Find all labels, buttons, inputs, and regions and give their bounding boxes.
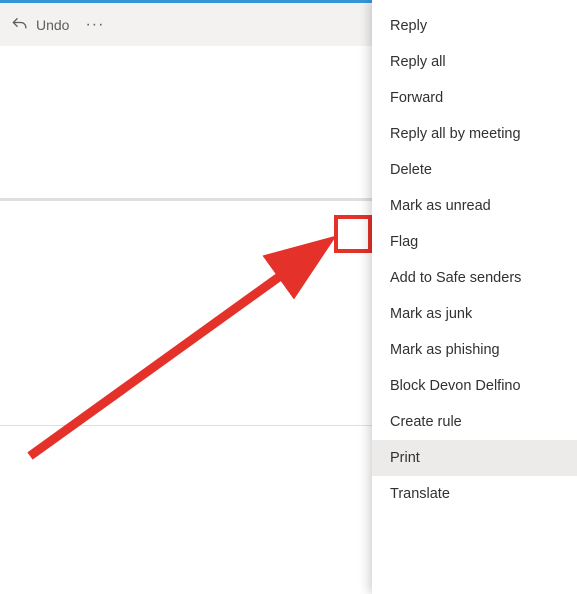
menu-item-safe-senders[interactable]: Add to Safe senders (372, 260, 577, 296)
toolbar-more-button[interactable]: ··· (79, 14, 110, 36)
menu-item-flag[interactable]: Flag (372, 224, 577, 260)
undo-label: Undo (36, 17, 69, 33)
menu-item-mark-junk[interactable]: Mark as junk (372, 296, 577, 332)
menu-item-reply[interactable]: Reply (372, 8, 577, 44)
menu-item-create-rule[interactable]: Create rule (372, 404, 577, 440)
context-menu: Reply Reply all Forward Reply all by mee… (372, 0, 577, 594)
menu-item-print[interactable]: Print (372, 440, 577, 476)
undo-icon (10, 15, 30, 35)
undo-button[interactable]: Undo (10, 15, 69, 35)
menu-item-mark-phishing[interactable]: Mark as phishing (372, 332, 577, 368)
menu-item-forward[interactable]: Forward (372, 80, 577, 116)
menu-item-translate[interactable]: Translate (372, 476, 577, 512)
menu-item-block-sender[interactable]: Block Devon Delfino (372, 368, 577, 404)
menu-item-delete[interactable]: Delete (372, 152, 577, 188)
menu-item-reply-all-meeting[interactable]: Reply all by meeting (372, 116, 577, 152)
menu-item-reply-all[interactable]: Reply all (372, 44, 577, 80)
menu-item-mark-unread[interactable]: Mark as unread (372, 188, 577, 224)
